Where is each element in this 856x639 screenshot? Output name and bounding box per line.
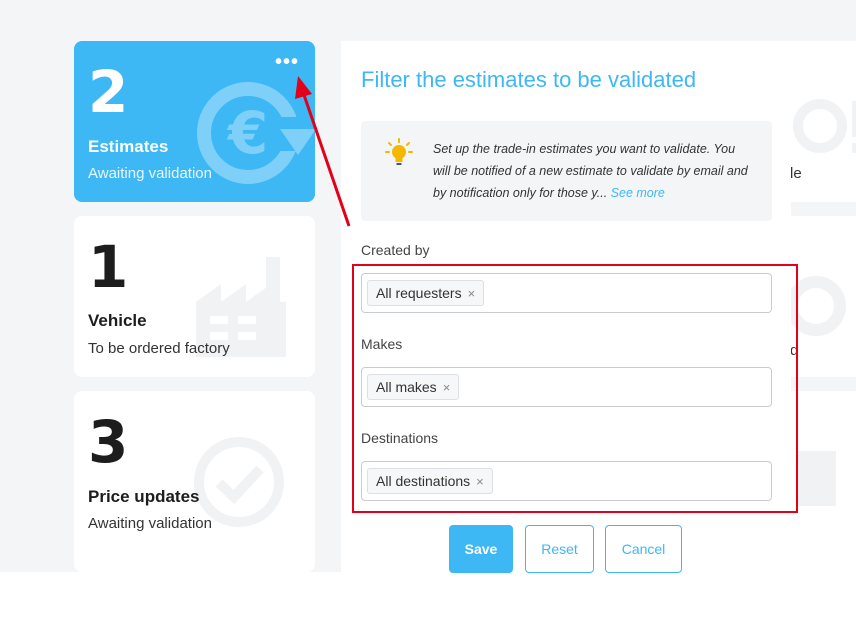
reset-button[interactable]: Reset [525, 525, 594, 573]
estimates-subtitle: Awaiting validation [88, 165, 212, 182]
vehicle-subtitle: To be ordered factory [88, 340, 230, 357]
estimates-count: 2 [88, 58, 129, 126]
price-updates-count: 3 [88, 408, 129, 476]
highlight-box [352, 264, 798, 513]
vehicle-count: 1 [88, 233, 129, 301]
created-by-label: Created by [361, 242, 430, 258]
see-more-link[interactable]: See more [611, 186, 665, 200]
right-card-1-text: le [790, 165, 802, 182]
svg-text:€: € [226, 99, 268, 167]
more-options-icon[interactable]: ••• [275, 52, 299, 72]
estimates-title: Estimates [88, 137, 169, 156]
cancel-button[interactable]: Cancel [605, 525, 682, 573]
vehicle-title: Vehicle [88, 311, 147, 330]
price-updates-title: Price updates [88, 487, 200, 506]
panel-title: Filter the estimates to be validated [361, 67, 697, 92]
info-text: Set up the trade-in estimates you want t… [433, 138, 753, 204]
info-message: Set up the trade-in estimates you want t… [433, 142, 748, 200]
price-updates-subtitle: Awaiting validation [88, 515, 212, 532]
vehicle-card[interactable]: 1 Vehicle To be ordered factory [74, 216, 315, 377]
lightbulb-icon [385, 138, 413, 165]
estimates-card[interactable]: € 2 ••• Estimates Awaiting validation [74, 41, 315, 202]
save-button[interactable]: Save [449, 525, 513, 573]
info-box: Set up the trade-in estimates you want t… [361, 121, 772, 221]
price-updates-card[interactable]: 3 Price updates Awaiting validation [74, 391, 315, 572]
